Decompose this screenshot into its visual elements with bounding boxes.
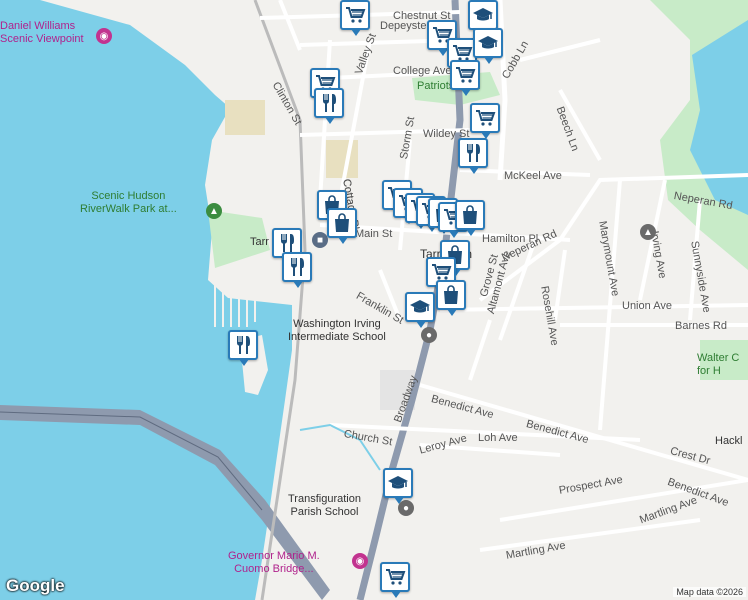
map-canvas[interactable] (0, 0, 748, 600)
school-icon (410, 300, 430, 313)
map-marker-shopping-cart[interactable] (380, 562, 410, 598)
map-marker-restaurant[interactable] (282, 252, 312, 288)
college-icon: ▲ (640, 224, 656, 240)
school-icon (478, 36, 498, 49)
viewpoint-icon: ◉ (96, 28, 112, 44)
school-landmark-icon: ● (421, 327, 437, 343)
map-marker-shopping-bag[interactable] (455, 200, 485, 236)
school-icon (388, 476, 408, 489)
map-marker-shopping-bag[interactable] (436, 280, 466, 316)
map-marker-school[interactable] (383, 468, 413, 504)
train-station-icon: ■ (312, 232, 328, 248)
shopping-cart-icon (456, 67, 476, 83)
shopping-bag-icon (444, 285, 458, 304)
map-marker-shopping-cart[interactable] (450, 60, 480, 96)
map-marker-shopping-bag[interactable] (327, 208, 357, 244)
shopping-cart-icon (346, 7, 366, 23)
map-marker-shopping-cart[interactable] (470, 103, 500, 139)
restaurant-icon (281, 234, 294, 252)
google-logo: Google (6, 576, 65, 595)
shopping-cart-icon (386, 569, 406, 585)
map-marker-school[interactable] (473, 28, 503, 64)
restaurant-icon (237, 336, 250, 354)
park-tree-icon: ▲ (206, 203, 222, 219)
restaurant-icon (323, 94, 336, 112)
bridge-landmark-icon: ◉ (352, 553, 368, 569)
map-attribution[interactable]: Map data ©2026 (673, 587, 746, 597)
map-marker-restaurant[interactable] (314, 88, 344, 124)
map-marker-shopping-cart[interactable] (340, 0, 370, 36)
map-marker-restaurant[interactable] (228, 330, 258, 366)
shopping-bag-icon (463, 205, 477, 224)
map-marker-restaurant[interactable] (458, 138, 488, 174)
restaurant-icon (467, 144, 480, 162)
map-marker-school[interactable] (405, 292, 435, 328)
map-marker-school[interactable] (468, 0, 498, 36)
shopping-cart-icon (476, 110, 496, 126)
restaurant-icon (291, 258, 304, 276)
school-icon (473, 8, 493, 21)
shopping-bag-icon (335, 213, 349, 232)
